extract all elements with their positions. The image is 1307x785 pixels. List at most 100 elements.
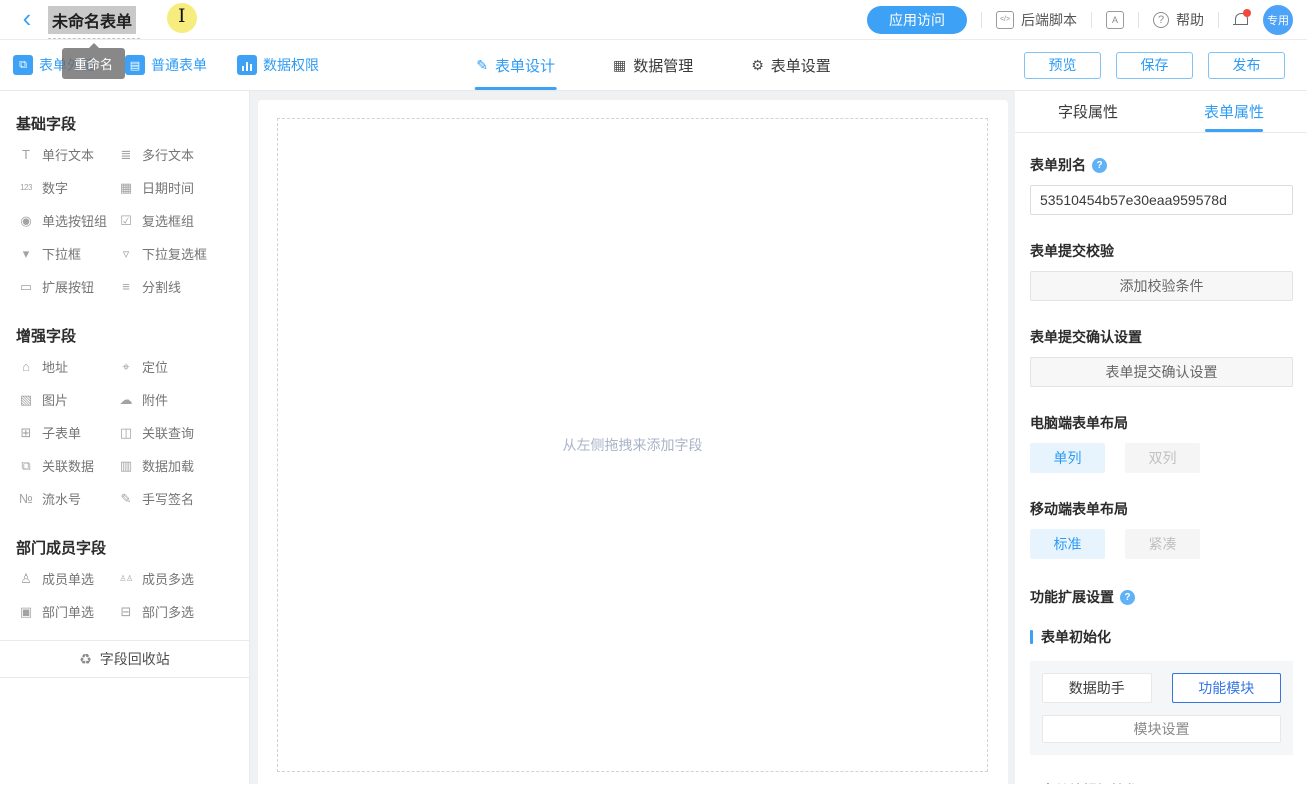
- app-access-button[interactable]: 应用访问: [867, 6, 967, 34]
- tab-form-settings[interactable]: ⚙ 表单设置: [751, 40, 831, 90]
- divider-icon: ≡: [118, 279, 134, 294]
- linked-query-icon: ◫: [118, 425, 134, 441]
- field-item-linked-data[interactable]: ⧉ 关联数据: [18, 449, 118, 482]
- field-item-subform[interactable]: ⊞ 子表单: [18, 416, 118, 449]
- field-label: 附件: [142, 390, 168, 409]
- function-module-button[interactable]: 功能模块: [1172, 673, 1282, 703]
- single-line-text-icon: T: [18, 147, 34, 162]
- extension-help-icon[interactable]: [1120, 590, 1135, 605]
- submit-confirm-settings-button[interactable]: 表单提交确认设置: [1030, 357, 1293, 387]
- normal-form-label: 普通表单: [151, 55, 207, 75]
- field-item-radio-group[interactable]: ◉ 单选按钮组: [18, 204, 118, 237]
- field-item-dept-multi[interactable]: ⊟ 部门多选: [118, 595, 249, 628]
- checkbox-group-icon: ☑: [118, 213, 134, 229]
- divider: [1091, 12, 1092, 28]
- field-recycle-bin-button[interactable]: ♻ 字段回收站: [0, 640, 249, 678]
- tab-data-manage-label: 数据管理: [633, 55, 693, 76]
- multi-line-text-icon: ≣: [118, 147, 134, 163]
- publish-button[interactable]: 发布: [1208, 52, 1285, 79]
- field-item-member-multi[interactable]: ♙♙ 成员多选: [118, 562, 249, 595]
- field-item-checkbox-group[interactable]: ☑ 复选框组: [118, 204, 249, 237]
- question-circle-icon: [1153, 12, 1169, 28]
- field-item-data-load[interactable]: ▥ 数据加载: [118, 449, 249, 482]
- submit-confirm-label: 表单提交确认设置: [1030, 327, 1293, 347]
- form-init-label: 表单初始化: [1041, 627, 1111, 647]
- tab-field-properties[interactable]: 字段属性: [1015, 91, 1161, 132]
- form-title[interactable]: 未命名表单: [48, 6, 136, 34]
- field-item-member-single[interactable]: ♙ 成员单选: [18, 562, 118, 595]
- ibeam-cursor-icon: I: [178, 5, 186, 27]
- field-item-number[interactable]: 123 数字: [18, 171, 118, 204]
- field-item-serial-number[interactable]: № 流水号: [18, 482, 118, 515]
- form-init-box: 数据助手 功能模块 模块设置: [1030, 661, 1293, 755]
- radio-group-icon: ◉: [18, 213, 34, 229]
- select-icon: ▾: [18, 246, 34, 262]
- field-item-single-line-text[interactable]: T 单行文本: [18, 138, 118, 171]
- tab-data-manage[interactable]: ▦ 数据管理: [613, 40, 693, 90]
- mobile-layout-label: 移动端表单布局: [1030, 499, 1293, 519]
- form-canvas: 从左侧拖拽来添加字段: [258, 100, 1008, 784]
- field-item-image[interactable]: ▧ 图片: [18, 383, 118, 416]
- form-link-icon: ⧉: [13, 55, 33, 75]
- save-button[interactable]: 保存: [1116, 52, 1193, 79]
- data-manage-icon: ▦: [613, 57, 626, 74]
- form-alias-input[interactable]: [1030, 185, 1293, 215]
- data-helper-button[interactable]: 数据助手: [1042, 673, 1152, 703]
- toolbar-actions: 预览 保存 发布: [1024, 52, 1285, 79]
- mobile-layout-compact[interactable]: 紧凑: [1125, 529, 1200, 559]
- help-label: 帮助: [1176, 10, 1204, 30]
- add-validation-button[interactable]: 添加校验条件: [1030, 271, 1293, 301]
- pc-layout-double-column[interactable]: 双列: [1125, 443, 1200, 473]
- field-item-multi-select[interactable]: ▿ 下拉复选框: [118, 237, 249, 270]
- field-item-dept-single[interactable]: ▣ 部门单选: [18, 595, 118, 628]
- tab-form-design-label: 表单设计: [495, 55, 555, 76]
- field-item-select[interactable]: ▾ 下拉框: [18, 237, 118, 270]
- form-init-header: 表单初始化: [1030, 627, 1293, 647]
- pc-layout-single-column[interactable]: 单列: [1030, 443, 1105, 473]
- properties-panel: 字段属性 表单属性 表单别名 表单提交校验 添加校验条件 表单提交确认设置 表单…: [1015, 91, 1307, 784]
- field-label: 子表单: [42, 423, 81, 442]
- alias-help-icon[interactable]: [1092, 158, 1107, 173]
- data-permission-button[interactable]: 数据权限: [237, 55, 319, 75]
- field-item-multi-line-text[interactable]: ≣ 多行文本: [118, 138, 249, 171]
- field-label: 关联查询: [142, 423, 194, 442]
- field-item-datetime[interactable]: ▦ 日期时间: [118, 171, 249, 204]
- field-item-signature[interactable]: ✎ 手写签名: [118, 482, 249, 515]
- tab-form-properties[interactable]: 表单属性: [1161, 91, 1307, 132]
- contact-book-icon[interactable]: [1106, 11, 1124, 29]
- header-actions: 应用访问 后端脚本 帮助 专用: [867, 5, 1293, 35]
- field-item-extend-button[interactable]: ▭ 扩展按钮: [18, 270, 118, 303]
- tab-form-design[interactable]: ✎ 表单设计: [476, 40, 555, 90]
- field-label: 关联数据: [42, 456, 94, 475]
- top-header: ‹ 未命名表单 I 应用访问 后端脚本 帮助: [0, 0, 1307, 40]
- section-enhanced-fields: 增强字段 ⌂ 地址 ⌖ 定位 ▧ 图片 ☁ 附件 ⊞: [0, 303, 249, 515]
- mobile-layout-standard[interactable]: 标准: [1030, 529, 1105, 559]
- field-label: 下拉框: [42, 244, 81, 263]
- field-label: 单选按钮组: [42, 211, 107, 230]
- back-icon[interactable]: ‹: [12, 5, 42, 35]
- preview-button[interactable]: 预览: [1024, 52, 1101, 79]
- form-designer-app: ‹ 未命名表单 I 应用访问 后端脚本 帮助: [0, 0, 1307, 785]
- backend-script-button[interactable]: 后端脚本: [996, 10, 1077, 30]
- module-settings-button[interactable]: 模块设置: [1042, 715, 1281, 743]
- field-label: 日期时间: [142, 178, 194, 197]
- field-label: 数据加载: [142, 456, 194, 475]
- tab-form-settings-label: 表单设置: [771, 55, 831, 76]
- main-tabs: ✎ 表单设计 ▦ 数据管理 ⚙ 表单设置: [476, 40, 831, 90]
- help-button[interactable]: 帮助: [1153, 10, 1204, 30]
- field-dropzone[interactable]: 从左侧拖拽来添加字段: [277, 118, 988, 772]
- field-item-location[interactable]: ⌖ 定位: [118, 350, 249, 383]
- field-item-linked-query[interactable]: ◫ 关联查询: [118, 416, 249, 449]
- field-item-divider[interactable]: ≡ 分割线: [118, 270, 249, 303]
- form-edit-init-header: 表单编辑初始化: [1030, 781, 1293, 784]
- title-dashed-underline: [48, 38, 140, 39]
- user-avatar[interactable]: 专用: [1263, 5, 1293, 35]
- field-item-attachment[interactable]: ☁ 附件: [118, 383, 249, 416]
- normal-form-button[interactable]: ▤ 普通表单: [125, 55, 207, 75]
- field-label: 成员单选: [42, 569, 94, 588]
- field-item-address[interactable]: ⌂ 地址: [18, 350, 118, 383]
- attachment-icon: ☁: [118, 392, 134, 408]
- notification-bell-icon[interactable]: [1233, 12, 1249, 28]
- field-label: 数字: [42, 178, 68, 197]
- member-single-icon: ♙: [18, 571, 34, 587]
